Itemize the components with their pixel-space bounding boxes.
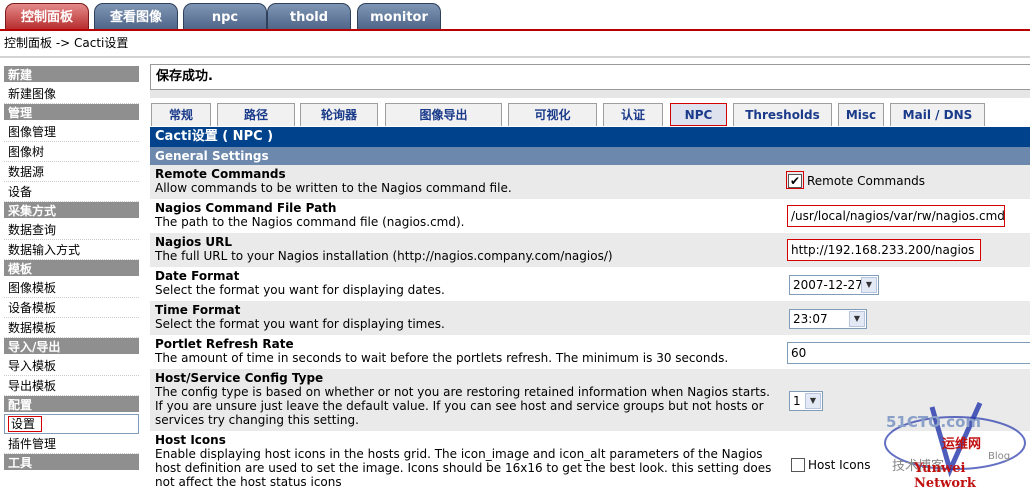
tab-thresholds[interactable]: Thresholds: [733, 103, 832, 126]
setting-row-command-file-path: Nagios Command File Path The path to the…: [150, 199, 1030, 233]
sidebar-item-host-templates[interactable]: 设备模板: [4, 298, 139, 318]
sidebar-item-data-sources[interactable]: 数据源: [4, 162, 139, 182]
setting-label: Host/Service Config Type: [155, 371, 324, 385]
tab-graph-export[interactable]: 图像导出: [385, 103, 502, 126]
chevron-down-icon: ▼: [849, 311, 865, 327]
settings-table-title: Cacti设置 ( NPC ): [150, 127, 1030, 147]
nagios-url-input[interactable]: http://192.168.233.200/nagios: [787, 239, 981, 261]
setting-description: Select the format you want for displayin…: [155, 317, 445, 331]
tab-general[interactable]: 常规: [151, 103, 211, 126]
command-file-path-input[interactable]: /usr/local/nagios/var/rw/nagios.cmd: [787, 205, 1005, 227]
top-tab-monitor[interactable]: monitor: [357, 3, 441, 30]
sidebar: 新建 新建图像 管理 图像管理 图像树 数据源 设备 采集方式 数据查询 数据输…: [0, 66, 140, 472]
sidebar-item-graph-management[interactable]: 图像管理: [4, 122, 139, 142]
setting-description: The config type is based on whether or n…: [155, 385, 770, 427]
sidebar-item-data-input-methods[interactable]: 数据输入方式: [4, 240, 139, 260]
config-type-select[interactable]: 1 ▼: [789, 391, 823, 411]
sidebar-header-templates: 模板: [4, 260, 139, 278]
tab-poller[interactable]: 轮询器: [300, 103, 378, 126]
setting-description: Select the format you want for displayin…: [155, 283, 445, 297]
setting-label: Remote Commands: [155, 167, 286, 181]
sidebar-header-configuration: 配置: [4, 396, 139, 414]
sidebar-header-collection: 采集方式: [4, 202, 139, 220]
watermark-logo: 51CTO.com 运维网 技术博客 Blog Yunwei Network: [880, 395, 1030, 491]
setting-label: Nagios URL: [155, 235, 233, 249]
setting-description: The path to the Nagios command file (nag…: [155, 215, 465, 229]
tab-mail-dns[interactable]: Mail / DNS: [890, 103, 985, 126]
top-tab-console[interactable]: 控制面板: [5, 3, 89, 30]
sidebar-header-utilities: 工具: [4, 454, 139, 472]
setting-label: Time Format: [155, 303, 241, 317]
sidebar-item-data-queries[interactable]: 数据查询: [4, 220, 139, 240]
setting-row-nagios-url: Nagios URL The full URL to your Nagios i…: [150, 233, 1030, 267]
top-tab-graphs[interactable]: 查看图像: [94, 3, 178, 30]
setting-row-remote-commands: Remote Commands Allow commands to be wri…: [150, 165, 1030, 199]
sidebar-item-import-templates[interactable]: 导入模板: [4, 356, 139, 376]
remote-commands-checkbox-frame: ✔: [786, 171, 804, 189]
remote-commands-checkbox-label: Remote Commands: [807, 173, 926, 188]
config-type-value: 1: [793, 394, 801, 408]
setting-description: The amount of time in seconds to wait be…: [155, 351, 729, 365]
sidebar-item-graph-templates[interactable]: 图像模板: [4, 278, 139, 298]
setting-label: Date Format: [155, 269, 240, 283]
watermark-site: 51CTO.com: [886, 413, 982, 431]
message-strip: [150, 90, 1030, 98]
tab-authentication[interactable]: 认证: [603, 103, 663, 126]
sidebar-item-data-templates[interactable]: 数据模板: [4, 318, 139, 338]
sidebar-item-export-templates[interactable]: 导出模板: [4, 376, 139, 396]
setting-row-time-format: Time Format Select the format you want f…: [150, 301, 1030, 335]
setting-row-date-format: Date Format Select the format you want f…: [150, 267, 1030, 301]
time-format-select[interactable]: 23:07 ▼: [789, 309, 867, 329]
sidebar-item-devices[interactable]: 设备: [4, 182, 139, 202]
setting-label: Host Icons: [155, 433, 226, 447]
watermark-brand-en: Yunwei Network: [914, 461, 976, 491]
section-header-general: General Settings: [150, 147, 1030, 165]
remote-commands-checkbox[interactable]: ✔: [788, 173, 802, 188]
watermark-brand: 运维网: [942, 437, 982, 452]
chevron-down-icon: ▼: [805, 393, 821, 409]
remote-commands-control: ✔ Remote Commands: [786, 171, 926, 189]
sidebar-item-settings-label: 设置: [8, 416, 43, 432]
setting-row-portlet-refresh: Portlet Refresh Rate The amount of time …: [150, 335, 1030, 369]
chevron-down-icon: ▼: [861, 277, 877, 293]
host-icons-checkbox-label: Host Icons: [808, 457, 871, 472]
setting-label: Portlet Refresh Rate: [155, 337, 294, 351]
tab-baseline: [0, 29, 1030, 31]
sidebar-header-new: 新建: [4, 66, 139, 84]
tab-paths[interactable]: 路径: [217, 103, 295, 126]
host-icons-control: Host Icons: [791, 457, 870, 472]
sidebar-header-import-export: 导入/导出: [4, 338, 139, 356]
top-tab-npc[interactable]: npc: [183, 3, 267, 30]
setting-description: The full URL to your Nagios installation…: [155, 249, 613, 263]
setting-description: Enable displaying host icons in the host…: [155, 447, 772, 489]
tab-visual[interactable]: 可视化: [508, 103, 597, 126]
sidebar-item-plugin-management[interactable]: 插件管理: [4, 434, 139, 454]
sidebar-item-graph-trees[interactable]: 图像树: [4, 142, 139, 162]
setting-description: Allow commands to be written to the Nagi…: [155, 181, 512, 195]
save-success-message: 保存成功.: [150, 64, 1030, 90]
date-format-value: 2007-12-27: [793, 278, 863, 292]
portlet-refresh-input[interactable]: 60: [787, 342, 1030, 364]
sidebar-header-manage: 管理: [4, 104, 139, 122]
breadcrumb: 控制面板 -> Cacti设置: [4, 36, 129, 50]
time-format-value: 23:07: [793, 312, 828, 326]
top-tab-thold[interactable]: thold: [267, 3, 351, 30]
host-icons-checkbox[interactable]: [791, 457, 805, 472]
date-format-select[interactable]: 2007-12-27 ▼: [789, 275, 879, 295]
sidebar-item-new-graph[interactable]: 新建图像: [4, 84, 139, 104]
setting-label: Nagios Command File Path: [155, 201, 337, 215]
tab-npc[interactable]: NPC: [670, 103, 727, 126]
sidebar-item-settings[interactable]: 设置: [4, 414, 139, 434]
divider: [0, 56, 1030, 58]
top-tab-bar: 控制面板 查看图像 npc thold monitor: [0, 0, 1030, 31]
tab-misc[interactable]: Misc: [838, 103, 884, 126]
